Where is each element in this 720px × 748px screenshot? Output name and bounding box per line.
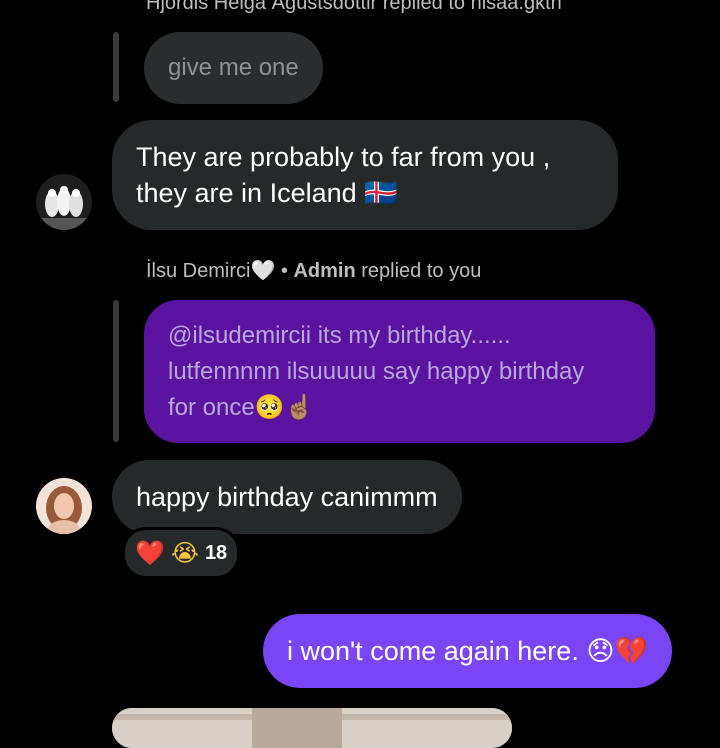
message-text: happy birthday canimmm <box>136 482 438 512</box>
message-line: they are in Iceland 🇮🇸 <box>136 178 398 208</box>
reply-header-2: İlsu Demirci🤍 • Admin replied to you <box>146 258 481 283</box>
quoted-line: lutfennnnn ilsuuuuu say happy birthday <box>168 358 585 385</box>
admin-label: Admin <box>293 260 356 282</box>
reply-target: replied to you <box>355 260 482 282</box>
quoted-line: for once🥺☝🏽 <box>168 394 315 421</box>
photo-preview-icon <box>112 708 512 748</box>
incoming-message[interactable]: happy birthday canimmm <box>112 460 462 534</box>
sender-avatar[interactable] <box>36 478 92 534</box>
quoted-message[interactable]: give me one <box>144 32 323 104</box>
wolves-avatar-icon <box>36 174 92 230</box>
quoted-line: @ilsudemircii its my birthday...... <box>168 322 511 349</box>
image-attachment[interactable] <box>112 708 512 748</box>
reactions-pill[interactable]: ❤️ 😭 18 <box>122 527 241 579</box>
reply-indicator-line <box>113 32 119 102</box>
outgoing-message[interactable]: i won't come again here. 😞💔 <box>263 614 673 688</box>
reply-header-1: Hjördis Helga Ágústsdóttir replied to ni… <box>146 0 562 14</box>
reaction-count: 18 <box>204 541 228 564</box>
incoming-message[interactable]: They are probably to far from you , they… <box>112 120 618 230</box>
quoted-message-text: give me one <box>168 54 299 81</box>
outgoing-message-text: i won't come again here. 😞💔 <box>287 636 649 666</box>
reply-indicator-line <box>113 300 119 442</box>
quoted-message-purple[interactable]: @ilsudemircii its my birthday...... lutf… <box>144 300 655 443</box>
sender-avatar[interactable] <box>36 174 92 230</box>
woman-avatar-icon <box>36 478 92 534</box>
separator-dot: • <box>275 260 294 282</box>
message-line: They are probably to far from you , <box>136 142 551 172</box>
reply-sender-name: İlsu Demirci🤍 <box>146 260 276 282</box>
crying-face-icon: 😭 <box>170 539 199 567</box>
heart-icon: ❤️ <box>135 539 165 567</box>
